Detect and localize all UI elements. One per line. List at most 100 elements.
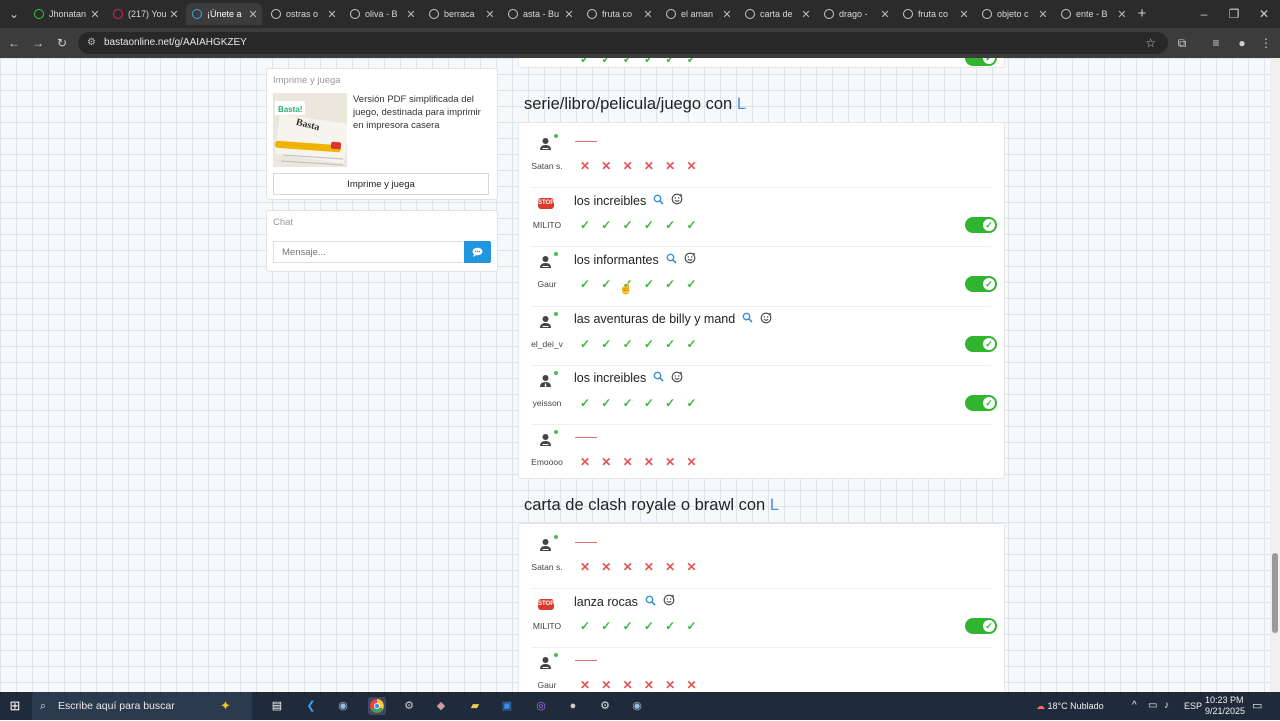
tab-close-icon[interactable]: ✕ bbox=[563, 8, 575, 21]
tab-label: objeto c bbox=[997, 9, 1029, 19]
browser-tab[interactable]: el aman ✕ bbox=[660, 3, 736, 25]
chrome-icon[interactable] bbox=[368, 697, 386, 715]
new-tab-icon[interactable]: + bbox=[1132, 0, 1152, 28]
accept-toggle[interactable]: ✓ bbox=[965, 618, 997, 635]
vote-cross-icon: ✕ bbox=[579, 560, 591, 574]
vote-check-icon: ✓ bbox=[686, 218, 697, 233]
tab-close-icon[interactable]: ✕ bbox=[484, 8, 496, 21]
tab-close-icon[interactable]: ✕ bbox=[879, 8, 891, 21]
answer-text: los informantes bbox=[574, 252, 659, 267]
vote-check-icon: ✓ bbox=[622, 619, 633, 634]
extensions-icon[interactable]: ⧉ bbox=[1172, 28, 1192, 58]
app-icon-blue-square[interactable]: ▣ bbox=[498, 697, 516, 715]
steam-icon[interactable]: ◉ bbox=[334, 697, 352, 715]
accept-toggle[interactable]: ✓ bbox=[965, 276, 997, 293]
react-emoji-icon[interactable] bbox=[684, 252, 696, 267]
steam-icon-2[interactable]: ◉ bbox=[628, 697, 646, 715]
settings-icon[interactable]: ⚙ bbox=[596, 697, 614, 715]
tab-search-icon[interactable]: ⌄ bbox=[4, 0, 24, 28]
minimize-icon[interactable]: – bbox=[1194, 0, 1214, 28]
previous-accept-toggle[interactable]: ✓ bbox=[965, 58, 997, 66]
task-view-icon[interactable]: ▤ bbox=[268, 697, 286, 715]
search-icon[interactable] bbox=[666, 253, 677, 267]
chat-message-input[interactable] bbox=[273, 241, 463, 263]
print-panel-title: Imprime y juega bbox=[273, 75, 341, 86]
github-icon[interactable]: ● bbox=[564, 697, 582, 715]
restore-icon[interactable]: ❐ bbox=[1224, 0, 1244, 28]
reload-icon[interactable]: ↻ bbox=[52, 28, 72, 58]
menu-kebab-icon[interactable]: ⋮ bbox=[1256, 28, 1276, 58]
scrollbar-thumb[interactable] bbox=[1272, 553, 1278, 633]
react-emoji-icon[interactable] bbox=[671, 371, 683, 386]
search-icon[interactable] bbox=[653, 371, 664, 385]
page-scrollbar[interactable] bbox=[1270, 58, 1280, 692]
tab-close-icon[interactable]: ✕ bbox=[326, 8, 338, 21]
app-icon-purple[interactable]: ◎ bbox=[532, 697, 550, 715]
browser-tab[interactable]: berraca ✕ bbox=[423, 3, 499, 25]
vote-check-icon: ✓ bbox=[622, 336, 633, 351]
vote-check-icon: ✓ bbox=[643, 336, 654, 351]
search-icon[interactable] bbox=[645, 595, 656, 609]
chat-send-button[interactable] bbox=[464, 241, 491, 263]
back-icon[interactable]: ← bbox=[4, 28, 24, 58]
browser-tab[interactable]: (217) You ✕ bbox=[107, 3, 183, 25]
language-indicator[interactable]: ESP bbox=[1184, 701, 1202, 711]
tab-close-icon[interactable]: ✕ bbox=[721, 8, 733, 21]
file-explorer-icon[interactable]: ▰ bbox=[466, 697, 484, 715]
accept-toggle[interactable]: ✓ bbox=[965, 394, 997, 411]
browser-tab[interactable]: fruta co ✕ bbox=[581, 3, 657, 25]
search-icon[interactable] bbox=[742, 312, 753, 326]
browser-tab[interactable]: asta - Bu ✕ bbox=[502, 3, 578, 25]
tab-close-icon[interactable]: ✕ bbox=[642, 8, 654, 21]
tab-close-icon[interactable]: ✕ bbox=[958, 8, 970, 21]
media-icon[interactable]: ≡ bbox=[1206, 28, 1226, 58]
tab-label: asta - Bu bbox=[523, 9, 560, 19]
clock[interactable]: 10:23 PM 9/21/2025 bbox=[1205, 695, 1245, 717]
site-info-icon[interactable]: ⚙ bbox=[87, 32, 96, 54]
notification-icon[interactable]: ▭ bbox=[1252, 699, 1262, 712]
close-window-icon[interactable]: ✕ bbox=[1254, 0, 1274, 28]
taskbar-search[interactable]: ⌕ Escribe aquí para buscar ✦ bbox=[32, 692, 252, 720]
browser-tab[interactable]: ¡Únete a ✕ bbox=[186, 3, 262, 25]
tray-chevron-icon[interactable]: ^ bbox=[1132, 700, 1137, 711]
tab-close-icon[interactable]: ✕ bbox=[405, 8, 417, 21]
print-and-play-button[interactable]: Imprime y juega bbox=[273, 173, 489, 195]
browser-tab[interactable]: carta de ✕ bbox=[739, 3, 815, 25]
browser-tab[interactable]: Jhonatan ✕ bbox=[28, 3, 104, 25]
react-emoji-icon[interactable] bbox=[760, 312, 772, 327]
tray-network-icon[interactable]: ▭ bbox=[1148, 700, 1157, 711]
tab-close-icon[interactable]: ✕ bbox=[1037, 8, 1049, 21]
bookmark-star-icon[interactable]: ☆ bbox=[1145, 32, 1156, 54]
address-bar[interactable]: ⚙ bastaonline.net/g/AAIAHGKZEY ☆ bbox=[78, 32, 1168, 54]
tab-close-icon[interactable]: ✕ bbox=[1116, 8, 1128, 21]
tray-volume-icon[interactable]: ♪ bbox=[1164, 700, 1169, 711]
player-answer: los informantes bbox=[574, 252, 696, 267]
vscode-icon[interactable]: ❮ bbox=[302, 697, 320, 715]
windows-start-icon[interactable]: ⊞ bbox=[6, 697, 24, 715]
search-icon[interactable] bbox=[653, 194, 664, 208]
browser-tab[interactable]: ostras o ✕ bbox=[265, 3, 341, 25]
forward-icon[interactable]: → bbox=[28, 28, 48, 58]
weather-widget[interactable]: ☁ 18°C Nublado bbox=[1036, 701, 1104, 712]
mouse-cursor: ☝ bbox=[619, 283, 633, 295]
browser-tab[interactable]: objeto c ✕ bbox=[976, 3, 1052, 25]
browser-tab[interactable]: oliva - B ✕ bbox=[344, 3, 420, 25]
accept-toggle[interactable]: ✓ bbox=[965, 217, 997, 234]
react-emoji-icon[interactable] bbox=[671, 193, 683, 208]
tab-close-icon[interactable]: ✕ bbox=[168, 8, 180, 21]
stop-badge-icon: STOP bbox=[538, 198, 554, 210]
tab-close-icon[interactable]: ✕ bbox=[247, 8, 259, 21]
tab-favicon-icon bbox=[1061, 9, 1071, 19]
react-emoji-icon[interactable] bbox=[663, 594, 675, 609]
accept-toggle[interactable]: ✓ bbox=[965, 335, 997, 352]
profile-avatar[interactable]: ● bbox=[1232, 28, 1252, 58]
browser-tab[interactable]: ente - B ✕ bbox=[1055, 3, 1131, 25]
app-icon-gear-circle[interactable]: ⚙ bbox=[400, 697, 418, 715]
tab-close-icon[interactable]: ✕ bbox=[800, 8, 812, 21]
tab-close-icon[interactable]: ✕ bbox=[89, 8, 101, 21]
empty-answer-line bbox=[575, 660, 597, 662]
browser-tab[interactable]: drago - ✕ bbox=[818, 3, 894, 25]
browser-tab[interactable]: fruta co ✕ bbox=[897, 3, 973, 25]
vote-cross-icon: ✕ bbox=[643, 159, 654, 173]
app-icon-diamond[interactable]: ◆ bbox=[432, 697, 450, 715]
